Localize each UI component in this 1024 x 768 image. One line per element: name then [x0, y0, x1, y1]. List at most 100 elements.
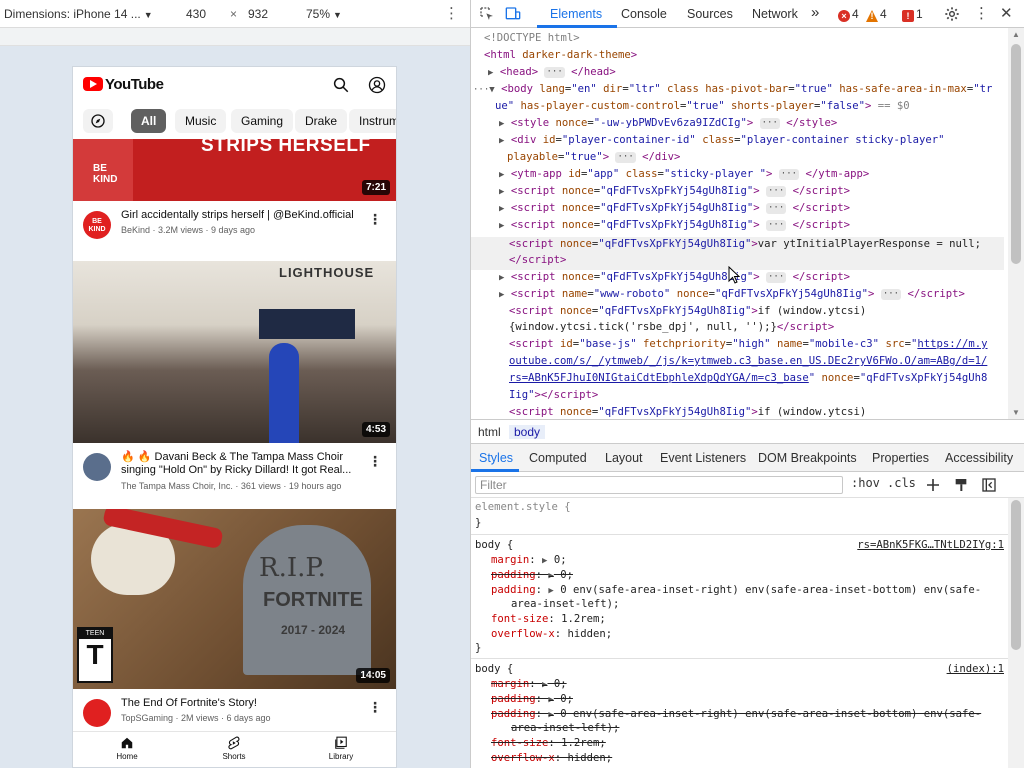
collapse-triangle-icon[interactable]: ▼	[489, 85, 494, 95]
close-devtools-icon[interactable]: ✕	[1000, 4, 1013, 22]
dom-node[interactable]: ▶ <script nonce="qFdFTvsXpFkYj54gUh8Iig"…	[499, 183, 850, 201]
css-declaration-overridden[interactable]: overflow-x: hidden;	[491, 751, 612, 765]
tab-computed[interactable]: Computed	[529, 451, 587, 465]
tab-elements[interactable]: Elements	[550, 7, 602, 21]
styles-filter-input[interactable]: Filter	[475, 476, 843, 494]
avatar[interactable]	[83, 699, 111, 727]
css-declaration-overridden[interactable]: padding: ▶ 0 env(safe-area-inset-right) …	[491, 707, 981, 722]
ellipsis-icon[interactable]: ···	[544, 67, 565, 78]
css-declaration-overridden[interactable]: font-size: 1.2rem;	[491, 736, 606, 750]
tab-sources[interactable]: Sources	[687, 7, 733, 21]
dom-node-cont[interactable]: {window.ytcsi.tick('rsbe_dpj', null, '')…	[509, 319, 834, 336]
device-toggle-icon[interactable]	[505, 6, 521, 22]
more-options-icon[interactable]: ⋮	[444, 4, 459, 22]
tab-accessibility[interactable]: Accessibility	[945, 451, 1013, 465]
dom-node-cont[interactable]: rs=ABnK5FJhuI0NIGtaiCdtEbphleXdpQdYGA/m=…	[509, 370, 987, 387]
hover-state-toggle[interactable]: :hov	[851, 476, 880, 490]
dom-node[interactable]: <html darker-dark-theme>	[484, 47, 637, 64]
breadcrumb-html[interactable]: html	[473, 425, 506, 439]
rule-source-link[interactable]: rs=ABnK5FKG…TNtLD2IYg:1	[857, 538, 1004, 552]
scroll-up-icon[interactable]: ▲	[1012, 30, 1020, 39]
dom-node-body[interactable]: ···▼ <body lang="en" dir="ltr" class has…	[473, 81, 992, 99]
youtube-logo-icon[interactable]	[83, 77, 103, 91]
dom-node[interactable]: ▶ <style nonce="-uw-ybPWDvEv6za9IZdCIg">…	[499, 115, 837, 133]
sidebar-toggle-icon[interactable]	[981, 477, 997, 493]
search-icon[interactable]	[332, 76, 350, 94]
scrollbar-thumb[interactable]	[1011, 44, 1021, 264]
css-declaration[interactable]: margin: ▶ 0;	[491, 553, 567, 568]
video-menu-icon[interactable]: ⋮	[368, 453, 382, 470]
rule-source-link[interactable]: (index):1	[947, 662, 1004, 676]
account-icon[interactable]	[368, 76, 386, 94]
issues-count-badge[interactable]: ! 1	[902, 7, 923, 22]
tab-console[interactable]: Console	[621, 7, 667, 21]
dom-node[interactable]: ▶ <script name="www-roboto" nonce="qFdFT…	[499, 286, 965, 304]
video-thumbnail[interactable]: R.I.P. FORTNITE 2017 - 2024 TEEN T 14:05	[73, 509, 396, 689]
class-toggle[interactable]: .cls	[887, 476, 916, 490]
dom-node[interactable]: ▶ <head> ··· </head>	[488, 64, 616, 82]
nav-shorts[interactable]: Shorts	[204, 736, 264, 761]
scroll-down-icon[interactable]: ▼	[1012, 408, 1020, 417]
paint-brush-icon[interactable]	[953, 477, 969, 493]
rule-selector[interactable]: body {	[475, 538, 513, 552]
dom-node-cont[interactable]: outube.com/s/_/ytmweb/_/js/k=ytmweb.c3_b…	[509, 353, 987, 370]
youtube-brand[interactable]: YouTube	[105, 76, 164, 93]
zoom-select[interactable]: 75% ▼	[306, 7, 342, 21]
explore-button[interactable]	[83, 109, 113, 133]
dom-node[interactable]: <script nonce="qFdFTvsXpFkYj54gUh8Iig">i…	[509, 404, 866, 419]
tab-dom-breakpoints[interactable]: DOM Breakpoints	[758, 451, 857, 465]
avatar[interactable]: BE KIND	[83, 211, 111, 239]
dom-node[interactable]: ▶ <script nonce="qFdFTvsXpFkYj54gUh8Iig"…	[499, 217, 850, 235]
nav-library[interactable]: Library	[311, 736, 371, 761]
tab-styles[interactable]: Styles	[479, 451, 513, 465]
video-menu-icon[interactable]: ⋮	[368, 211, 382, 228]
css-declaration-overridden[interactable]: margin: ▶ 0;	[491, 677, 567, 692]
css-declaration[interactable]: font-size: 1.2rem;	[491, 612, 606, 626]
settings-gear-icon[interactable]	[944, 6, 960, 22]
dom-tree-scrollbar[interactable]: ▲ ▼	[1008, 28, 1024, 419]
doctype-line[interactable]: <!DOCTYPE html>	[484, 30, 580, 47]
video-title[interactable]: Girl accidentally strips herself | @BeKi…	[121, 209, 361, 222]
expand-triangle-icon[interactable]: ▶	[488, 68, 493, 78]
chip-instrumental[interactable]: Instrum	[349, 109, 396, 133]
video-title[interactable]: 🔥 🔥 Davani Beck & The Tampa Mass Choir s…	[121, 451, 361, 477]
width-input[interactable]: 430	[186, 7, 206, 21]
dom-node-cont[interactable]: Iig"></script>	[509, 387, 598, 404]
inspect-element-icon[interactable]	[479, 6, 495, 22]
video-title[interactable]: The End Of Fortnite's Story!	[121, 697, 361, 710]
height-input[interactable]: 932	[248, 7, 268, 21]
rule-selector[interactable]: element.style {	[475, 500, 571, 514]
rule-selector[interactable]: body {	[475, 662, 513, 676]
dom-node-close[interactable]: </script>	[509, 252, 566, 269]
dom-node[interactable]: ▶ <div id="player-container-id" class="p…	[499, 132, 945, 150]
breadcrumb-body[interactable]: body	[509, 425, 546, 439]
styles-scrollbar[interactable]	[1008, 498, 1024, 768]
dom-node[interactable]: ▶ <script nonce="qFdFTvsXpFkYj54gUh8Iig"…	[499, 200, 850, 218]
chip-gaming[interactable]: Gaming	[231, 109, 294, 133]
device-dimensions-select[interactable]: Dimensions: iPhone 14 ... ▼	[4, 7, 153, 21]
nav-home[interactable]: Home	[97, 736, 157, 761]
chip-drake[interactable]: Drake	[295, 109, 348, 133]
video-thumbnail[interactable]: LIGHTHOUSE 4:53	[73, 261, 396, 443]
avatar[interactable]	[83, 453, 111, 481]
tab-network[interactable]: Network	[752, 7, 798, 21]
error-count-badge[interactable]: × 4	[838, 7, 859, 22]
css-declaration-overridden[interactable]: padding: ▶ 0;	[491, 568, 573, 583]
warning-count-badge[interactable]: ! 4	[866, 7, 887, 22]
dom-node[interactable]: <script nonce="qFdFTvsXpFkYj54gUh8Iig">v…	[509, 236, 981, 253]
scrollbar-thumb[interactable]	[1011, 500, 1021, 650]
tab-event-listeners[interactable]: Event Listeners	[660, 451, 746, 465]
add-rule-icon[interactable]	[925, 477, 941, 493]
dom-node[interactable]: <script nonce="qFdFTvsXpFkYj54gUh8Iig">i…	[509, 303, 866, 320]
dom-node[interactable]: ▶ <script nonce="qFdFTvsXpFkYj54gUh8Iig"…	[499, 269, 850, 287]
tab-layout[interactable]: Layout	[605, 451, 643, 465]
customize-menu-icon[interactable]: ⋮	[974, 4, 989, 22]
more-tabs-button[interactable]: »	[811, 4, 819, 21]
chip-all[interactable]: All	[131, 109, 167, 133]
css-declaration[interactable]: padding: ▶ 0 env(safe-area-inset-right) …	[491, 583, 981, 598]
video-menu-icon[interactable]: ⋮	[368, 699, 382, 716]
css-declaration[interactable]: overflow-x: hidden;	[491, 627, 612, 641]
dom-node-body-cont[interactable]: ue" has-player-custom-control="true" sho…	[495, 98, 910, 115]
chip-music[interactable]: Music	[175, 109, 227, 133]
dom-node-cont[interactable]: playable="true"> ··· </div>	[507, 149, 680, 166]
